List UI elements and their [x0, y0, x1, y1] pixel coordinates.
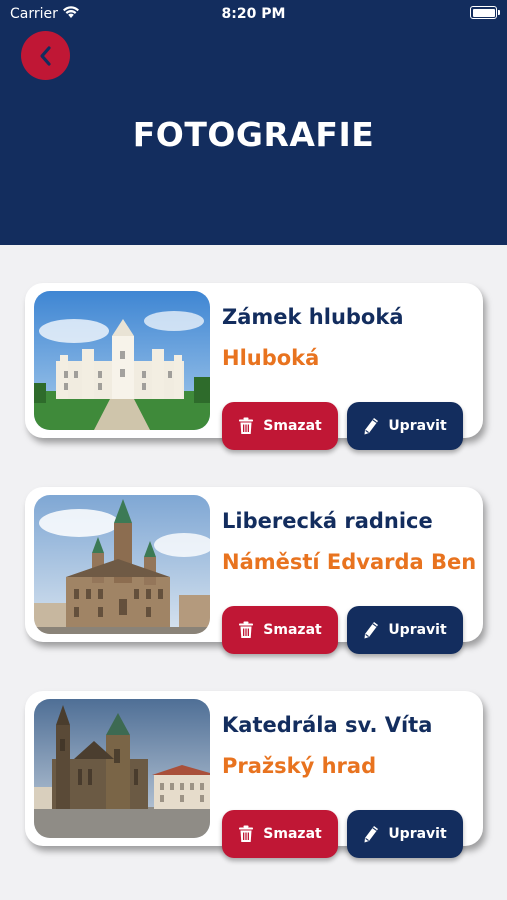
photo-card[interactable]: Liberecká radnice Náměstí Edvarda Ben Sm…	[25, 487, 483, 654]
delete-button[interactable]: Smazat	[222, 402, 338, 450]
delete-label: Smazat	[263, 826, 322, 842]
status-bar: Carrier 8:20 PM	[0, 0, 507, 28]
edit-label: Upravit	[388, 418, 447, 434]
card-title: Katedrála sv. Víta	[222, 713, 433, 737]
page-title: FOTOGRAFIE	[132, 115, 375, 154]
card-subtitle: Pražský hrad	[222, 754, 377, 778]
pencil-icon	[364, 826, 379, 843]
card-photo	[34, 495, 210, 634]
card-title: Liberecká radnice	[222, 509, 433, 533]
card-photo	[34, 699, 210, 838]
card-title: Zámek hluboká	[222, 305, 404, 329]
delete-button[interactable]: Smazat	[222, 810, 338, 858]
photo-card[interactable]: Katedrála sv. Víta Pražský hrad Smazat U…	[25, 691, 483, 858]
delete-label: Smazat	[263, 418, 322, 434]
delete-label: Smazat	[263, 622, 322, 638]
card-subtitle: Hluboká	[222, 346, 320, 370]
header: Carrier 8:20 PM FOTOGRAFIE	[0, 0, 507, 245]
edit-button[interactable]: Upravit	[347, 402, 463, 450]
card-photo	[34, 291, 210, 430]
photo-card[interactable]: Zámek hluboká Hluboká Smazat Upravit	[25, 283, 483, 450]
trash-icon	[239, 621, 254, 638]
trash-icon	[239, 825, 254, 842]
status-time: 8:20 PM	[221, 6, 286, 22]
delete-button[interactable]: Smazat	[222, 606, 338, 654]
card-subtitle: Náměstí Edvarda Ben	[222, 550, 477, 574]
pencil-icon	[364, 622, 379, 639]
trash-icon	[239, 417, 254, 434]
chevron-left-icon	[39, 45, 51, 66]
edit-label: Upravit	[388, 826, 447, 842]
pencil-icon	[364, 418, 379, 435]
back-button[interactable]	[21, 31, 70, 80]
battery-icon	[470, 6, 500, 19]
edit-button[interactable]: Upravit	[347, 810, 463, 858]
edit-button[interactable]: Upravit	[347, 606, 463, 654]
edit-label: Upravit	[388, 622, 447, 638]
